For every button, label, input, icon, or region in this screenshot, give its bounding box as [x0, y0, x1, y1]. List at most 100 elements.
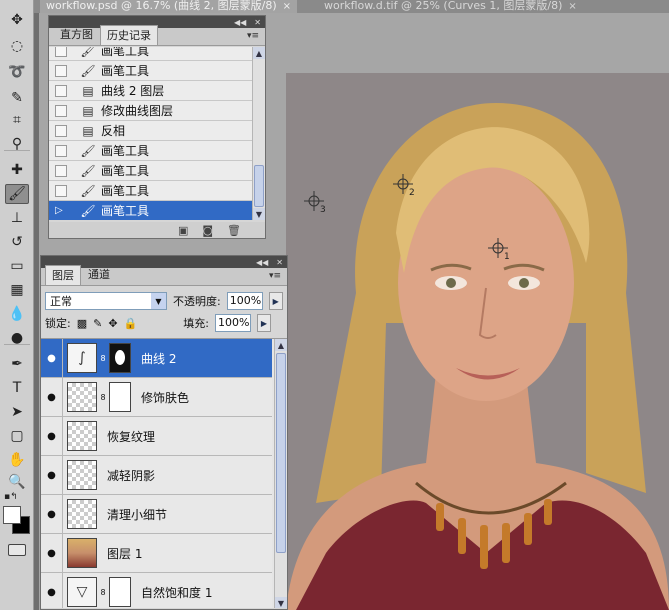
snapshot-icon[interactable]: ◙: [202, 224, 213, 237]
layer-row[interactable]: ● 8 修饰肤色: [41, 378, 272, 417]
scroll-thumb[interactable]: [276, 353, 286, 553]
visibility-eye-icon[interactable]: ●: [41, 534, 63, 572]
layer-row[interactable]: ● 图层 1: [41, 534, 272, 573]
lock-all-icon[interactable]: 🔒: [124, 317, 138, 330]
layer-thumbnail[interactable]: [67, 460, 97, 490]
link-chain-icon[interactable]: 8: [99, 588, 107, 597]
scroll-down-icon[interactable]: ▼: [253, 208, 265, 220]
link-chain-icon[interactable]: 8: [99, 354, 107, 363]
marquee-tool-icon[interactable]: ◌: [5, 36, 29, 56]
collapse-icon[interactable]: ◀◀: [234, 18, 246, 27]
layer-thumbnail[interactable]: [67, 499, 97, 529]
lock-pixels-icon[interactable]: ✎: [93, 317, 102, 330]
fill-flyout-icon[interactable]: ▶: [256, 314, 271, 332]
history-scrollbar[interactable]: ▲ ▼: [252, 47, 265, 220]
layer-row[interactable]: ● 恢复纹理: [41, 417, 272, 456]
move-tool-icon[interactable]: ✥: [5, 10, 29, 30]
lock-transparency-icon[interactable]: ▩: [77, 317, 87, 330]
swap-colors-icon[interactable]: ▪↰: [4, 492, 18, 502]
history-source-checkbox[interactable]: [55, 184, 67, 197]
blend-mode-select[interactable]: 正常 ▼: [45, 292, 167, 310]
panel-menu-icon[interactable]: ▾≡: [269, 271, 281, 281]
visibility-eye-icon[interactable]: ●: [41, 573, 63, 608]
collapse-icon[interactable]: ◀◀: [256, 258, 268, 267]
layer-thumbnail[interactable]: ▽: [67, 577, 97, 607]
history-source-checkbox[interactable]: [55, 47, 67, 57]
hand-tool-icon[interactable]: ✋: [5, 450, 29, 470]
quick-select-tool-icon[interactable]: ✎: [5, 88, 29, 108]
trash-icon[interactable]: 🗑: [227, 224, 241, 237]
layer-row[interactable]: ● ∫ 8 曲线 2: [41, 339, 272, 378]
history-source-checkbox[interactable]: [55, 164, 67, 177]
layer-mask-thumbnail[interactable]: [109, 343, 131, 373]
history-item[interactable]: 🖌 画笔工具: [49, 47, 252, 61]
history-source-checkbox[interactable]: [55, 64, 67, 77]
document-tab-workflow-psd[interactable]: workflow.psd @ 16.7% (曲线 2, 图层蒙版/8) ×: [40, 0, 298, 13]
blur-tool-icon[interactable]: 💧: [5, 304, 29, 324]
fill-input[interactable]: 100%: [214, 314, 251, 332]
scroll-down-icon[interactable]: ▼: [275, 597, 287, 608]
visibility-eye-icon[interactable]: ●: [41, 378, 63, 416]
visibility-eye-icon[interactable]: ●: [41, 495, 63, 533]
layer-thumbnail[interactable]: [67, 538, 97, 568]
new-document-icon[interactable]: ▣: [178, 224, 188, 237]
layer-mask-thumbnail[interactable]: [109, 382, 131, 412]
brush-tool-icon[interactable]: 🖌: [5, 184, 29, 204]
visibility-eye-icon[interactable]: ●: [41, 339, 63, 377]
lock-position-icon[interactable]: ✥: [108, 317, 117, 330]
layer-thumbnail[interactable]: [67, 382, 97, 412]
lasso-tool-icon[interactable]: ➰: [5, 62, 29, 82]
eraser-tool-icon[interactable]: ▭: [5, 256, 29, 276]
tab-history[interactable]: 历史记录: [100, 25, 158, 45]
history-list[interactable]: 🖌 画笔工具 🖌 画笔工具 ▤ 曲线 2 图层 ▤ 修改曲线图层 ▤ 反相 🖌 画笔工具 🖌 画笔工具 🖌 画…: [49, 47, 265, 220]
layer-row[interactable]: ● 减轻阴影: [41, 456, 272, 495]
history-source-checkbox[interactable]: [55, 124, 67, 137]
layer-row[interactable]: ● ▽ 8 自然饱和度 1: [41, 573, 272, 608]
history-item[interactable]: 🖌 画笔工具: [49, 181, 252, 201]
scroll-thumb[interactable]: [254, 165, 264, 207]
history-source-checkbox[interactable]: [55, 144, 67, 157]
layer-thumbnail[interactable]: [67, 421, 97, 451]
history-item[interactable]: ▤ 曲线 2 图层: [49, 81, 252, 101]
layer-thumbnail[interactable]: ∫: [67, 343, 97, 373]
close-icon[interactable]: ×: [568, 1, 576, 12]
visibility-eye-icon[interactable]: ●: [41, 456, 63, 494]
layer-list[interactable]: ● ∫ 8 曲线 2 ● 8 修饰肤色 ● 恢复纹理 ● 减轻阴影 ● 清理小细节 ● 图层 1 ● ▽ 8 自然饱…: [41, 338, 287, 608]
foreground-color-swatch[interactable]: [3, 506, 21, 524]
pen-tool-icon[interactable]: ✒: [5, 354, 29, 374]
close-icon[interactable]: ✕: [254, 18, 261, 27]
type-tool-icon[interactable]: T: [5, 378, 29, 398]
path-select-tool-icon[interactable]: ➤: [5, 402, 29, 422]
clone-stamp-tool-icon[interactable]: ⊥: [5, 208, 29, 228]
link-chain-icon[interactable]: 8: [99, 393, 107, 402]
visibility-eye-icon[interactable]: ●: [41, 417, 63, 455]
history-item[interactable]: ▤ 反相: [49, 121, 252, 141]
close-icon[interactable]: ✕: [276, 258, 283, 267]
quick-mask-icon[interactable]: [8, 544, 26, 556]
history-source-checkbox[interactable]: [55, 104, 67, 117]
tab-histogram[interactable]: 直方图: [53, 24, 100, 45]
close-icon[interactable]: ×: [283, 1, 291, 12]
eyedropper-tool-icon[interactable]: ⚲: [5, 134, 29, 154]
layers-scrollbar[interactable]: ▲ ▼: [274, 339, 287, 608]
tab-channels[interactable]: 通道: [81, 264, 117, 285]
history-source-checkbox[interactable]: ▷: [55, 205, 67, 217]
history-item[interactable]: 🖌 画笔工具: [49, 141, 252, 161]
history-item[interactable]: 🖌 画笔工具: [49, 61, 252, 81]
healing-brush-tool-icon[interactable]: ✚: [5, 160, 29, 180]
tab-layers[interactable]: 图层: [45, 265, 81, 285]
history-item[interactable]: ▤ 修改曲线图层: [49, 101, 252, 121]
panel-menu-icon[interactable]: ▾≡: [247, 31, 259, 41]
shape-tool-icon[interactable]: ▢: [5, 426, 29, 446]
layer-row[interactable]: ● 清理小细节: [41, 495, 272, 534]
history-item[interactable]: ▷ 🖌 画笔工具: [49, 201, 252, 220]
zoom-tool-icon[interactable]: 🔍: [5, 472, 29, 492]
document-tab-workflow-tif[interactable]: workflow.d.tif @ 25% (Curves 1, 图层蒙版/8) ×: [318, 0, 583, 13]
opacity-input[interactable]: 100%: [226, 292, 263, 310]
layer-mask-thumbnail[interactable]: [109, 577, 131, 607]
opacity-flyout-icon[interactable]: ▶: [268, 292, 283, 310]
scroll-up-icon[interactable]: ▲: [275, 339, 287, 351]
history-source-checkbox[interactable]: [55, 84, 67, 97]
scroll-up-icon[interactable]: ▲: [253, 47, 265, 59]
crop-tool-icon[interactable]: ⌗: [5, 110, 29, 130]
